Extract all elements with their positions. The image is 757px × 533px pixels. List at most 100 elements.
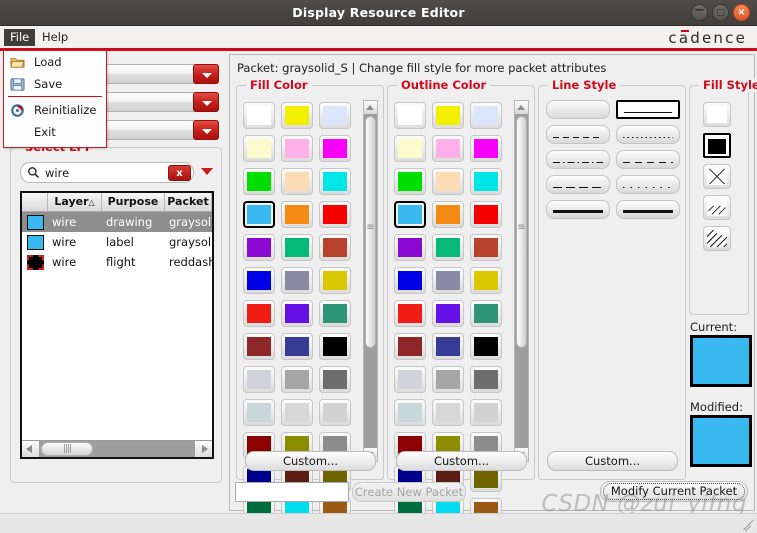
line-style-button[interactable] (546, 200, 610, 219)
color-swatch-button[interactable] (394, 201, 426, 228)
modify-current-packet-button[interactable]: Modify Current Packet (600, 481, 748, 502)
resize-grip-icon[interactable] (740, 516, 755, 532)
table-header-layer[interactable]: Layer△ (48, 193, 102, 211)
table-header-packet[interactable]: Packet (165, 193, 212, 211)
color-swatch-button[interactable] (243, 267, 275, 294)
line-style-button[interactable] (616, 150, 680, 169)
color-swatch-button[interactable] (319, 135, 351, 162)
color-swatch-button[interactable] (243, 333, 275, 360)
color-swatch-button[interactable] (281, 300, 313, 327)
fill-style-palette[interactable] (703, 102, 731, 257)
line-style-button[interactable] (546, 150, 610, 169)
color-swatch-button[interactable] (432, 102, 464, 129)
color-swatch-button[interactable] (432, 201, 464, 228)
search-input[interactable]: wire x (20, 162, 194, 183)
scrollbar-thumb[interactable] (41, 442, 93, 456)
color-swatch-button[interactable] (281, 333, 313, 360)
color-swatch-button[interactable] (394, 168, 426, 195)
color-swatch-button[interactable] (243, 366, 275, 393)
menu-item-save[interactable]: Save (4, 73, 106, 95)
color-swatch-button[interactable] (281, 267, 313, 294)
fill-style-button[interactable] (703, 226, 731, 251)
color-swatch-button[interactable] (394, 333, 426, 360)
color-swatch-button[interactable] (470, 366, 502, 393)
menu-file[interactable]: File (4, 29, 36, 46)
color-swatch-button[interactable] (470, 399, 502, 426)
menu-item-reinitialize[interactable]: Reinitialize (4, 99, 106, 121)
color-swatch-button[interactable] (319, 300, 351, 327)
color-swatch-button[interactable] (319, 399, 351, 426)
scroll-left-icon[interactable] (22, 441, 39, 457)
create-new-packet-button[interactable]: Create New Packet (352, 482, 466, 502)
menu-item-load[interactable]: Load (4, 51, 106, 73)
chevron-down-icon[interactable] (193, 92, 219, 112)
clear-search-button[interactable]: x (168, 165, 191, 181)
color-swatch-button[interactable] (432, 135, 464, 162)
color-swatch-button[interactable] (432, 366, 464, 393)
color-swatch-button[interactable] (243, 234, 275, 261)
scroll-up-icon[interactable] (515, 101, 528, 114)
color-swatch-button[interactable] (319, 102, 351, 129)
line-style-button[interactable] (546, 125, 610, 144)
color-swatch-button[interactable] (281, 366, 313, 393)
color-swatch-button[interactable] (432, 234, 464, 261)
color-swatch-button[interactable] (319, 333, 351, 360)
outline-color-scrollbar[interactable] (514, 100, 529, 462)
color-swatch-button[interactable] (243, 399, 275, 426)
outline-color-custom-button[interactable]: Custom... (396, 451, 527, 471)
table-horizontal-scrollbar[interactable] (22, 440, 212, 457)
close-button[interactable]: × (733, 4, 750, 21)
color-swatch-button[interactable] (432, 300, 464, 327)
color-swatch-button[interactable] (243, 135, 275, 162)
fill-style-button[interactable] (703, 195, 731, 220)
color-swatch-button[interactable] (470, 201, 502, 228)
table-header-swatch[interactable] (22, 193, 48, 211)
line-style-button[interactable] (616, 125, 680, 144)
color-swatch-button[interactable] (432, 267, 464, 294)
menu-item-exit[interactable]: Exit (4, 121, 106, 143)
menu-help[interactable]: Help (36, 29, 74, 46)
line-style-button[interactable] (546, 100, 610, 119)
color-swatch-button[interactable] (470, 234, 502, 261)
fill-style-button[interactable] (703, 133, 731, 158)
color-swatch-button[interactable] (319, 201, 351, 228)
chevron-down-icon[interactable] (193, 64, 219, 84)
line-style-custom-button[interactable]: Custom... (547, 451, 678, 471)
color-swatch-button[interactable] (394, 366, 426, 393)
line-style-palette[interactable] (546, 100, 680, 225)
color-swatch-button[interactable] (394, 102, 426, 129)
color-swatch-button[interactable] (432, 333, 464, 360)
color-swatch-button[interactable] (319, 267, 351, 294)
table-header-purpose[interactable]: Purpose (102, 193, 165, 211)
color-swatch-button[interactable] (243, 102, 275, 129)
scrollbar-thumb[interactable] (365, 116, 376, 348)
color-swatch-button[interactable] (394, 267, 426, 294)
line-style-button[interactable] (616, 175, 680, 194)
color-swatch-button[interactable] (243, 201, 275, 228)
color-swatch-button[interactable] (470, 267, 502, 294)
color-swatch-button[interactable] (432, 399, 464, 426)
scroll-up-icon[interactable] (364, 101, 377, 114)
color-swatch-button[interactable] (394, 135, 426, 162)
color-swatch-button[interactable] (394, 300, 426, 327)
table-row[interactable]: wire label graysolid (22, 232, 212, 252)
color-swatch-button[interactable] (319, 234, 351, 261)
minimize-button[interactable]: − (691, 4, 708, 21)
color-swatch-button[interactable] (319, 366, 351, 393)
color-swatch-button[interactable] (432, 168, 464, 195)
color-swatch-button[interactable] (470, 168, 502, 195)
color-swatch-button[interactable] (470, 102, 502, 129)
table-row[interactable]: wire drawing graysolid (22, 212, 212, 232)
line-style-button[interactable] (616, 200, 680, 219)
color-swatch-button[interactable] (281, 201, 313, 228)
fill-color-scrollbar[interactable] (363, 100, 378, 462)
color-swatch-button[interactable] (319, 168, 351, 195)
color-swatch-button[interactable] (281, 399, 313, 426)
color-swatch-button[interactable] (281, 102, 313, 129)
fill-color-custom-button[interactable]: Custom... (245, 451, 376, 471)
fill-style-button[interactable] (703, 164, 731, 189)
chevron-down-icon[interactable] (193, 120, 219, 140)
color-swatch-button[interactable] (394, 234, 426, 261)
color-swatch-button[interactable] (470, 300, 502, 327)
scrollbar-thumb[interactable] (516, 116, 527, 348)
